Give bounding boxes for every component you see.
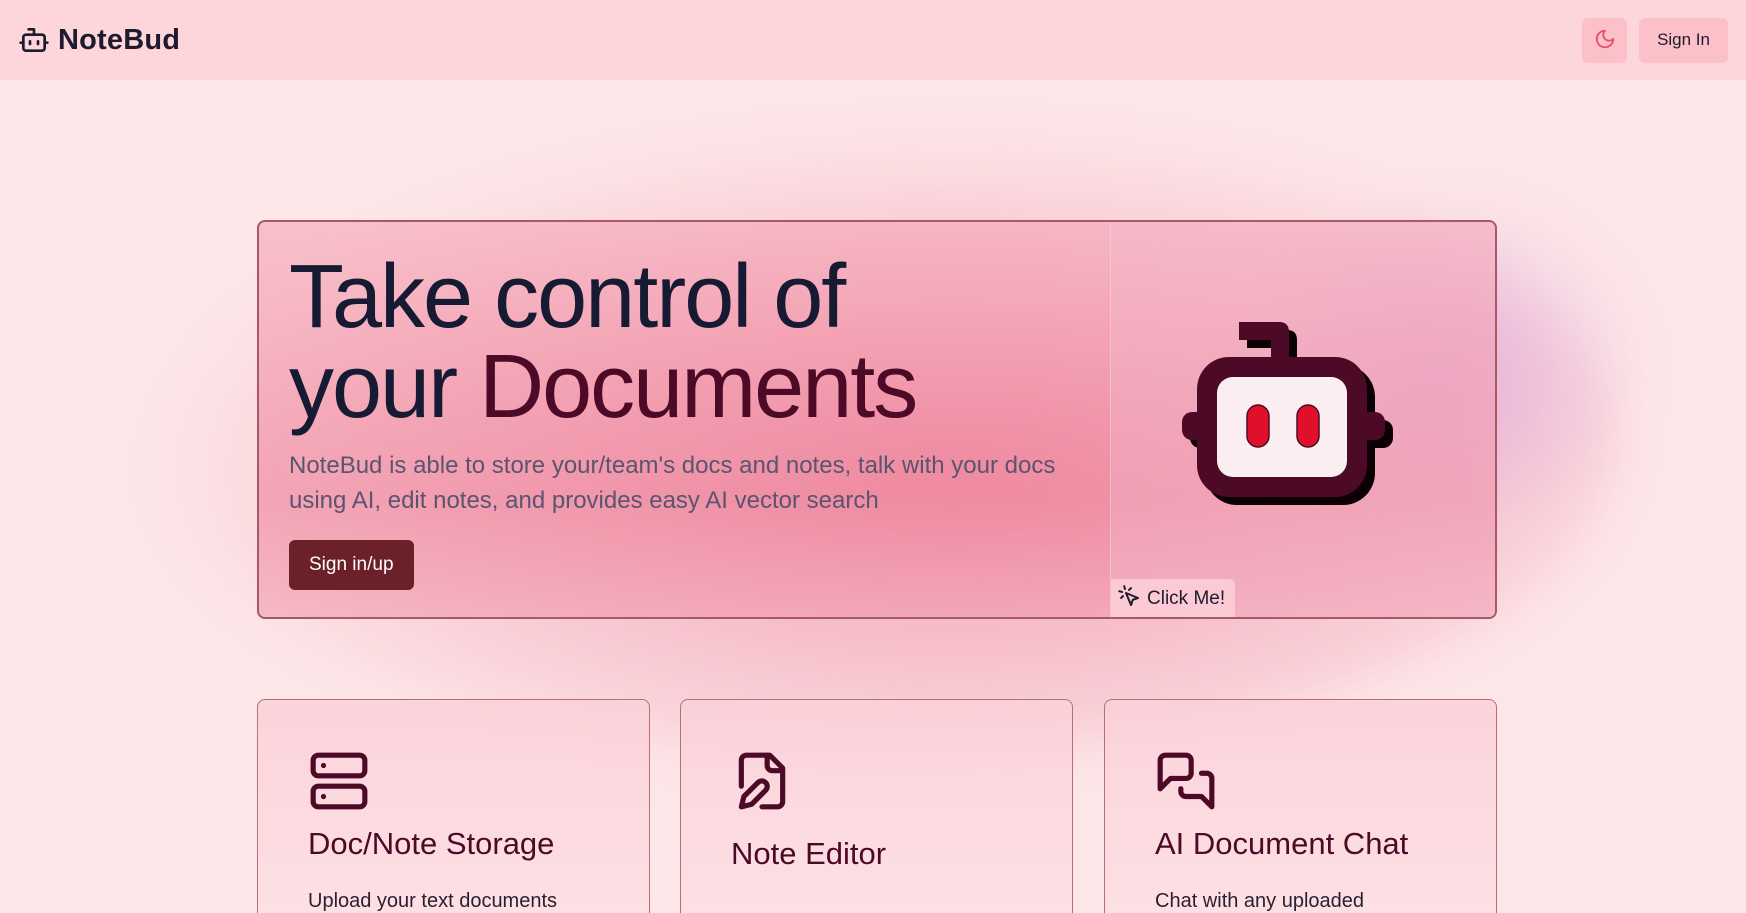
feature-title: Doc/Note Storage bbox=[308, 826, 555, 861]
click-me-button[interactable]: Click Me! bbox=[1111, 579, 1236, 617]
header-actions: Sign In bbox=[1582, 17, 1728, 63]
feature-description: Chat with any uploaded bbox=[1155, 890, 1365, 912]
feature-card-storage: Doc/Note Storage Upload your text docume… bbox=[257, 699, 650, 913]
hero-title: Take control of your Documents bbox=[289, 252, 1069, 432]
server-icon bbox=[308, 750, 599, 812]
theme-toggle-button[interactable] bbox=[1582, 17, 1628, 63]
hero-title-prefix: your bbox=[289, 337, 458, 437]
moon-icon bbox=[1594, 28, 1616, 53]
messages-icon bbox=[1155, 750, 1446, 812]
robot-panel: Click Me! bbox=[1110, 222, 1495, 617]
feature-card-chat: AI Document Chat Chat with any uploaded bbox=[1104, 699, 1497, 913]
bot-icon bbox=[18, 24, 50, 56]
file-pen-icon bbox=[731, 750, 1022, 812]
feature-title: Note Editor bbox=[731, 836, 887, 871]
hero-panel: Take control of your Documents NoteBud i… bbox=[257, 220, 1497, 619]
feature-title: AI Document Chat bbox=[1155, 826, 1409, 861]
sign-in-button[interactable]: Sign In bbox=[1639, 17, 1728, 63]
feature-description: Upload your text documents bbox=[308, 890, 558, 912]
hero-title-accent: Documents bbox=[479, 337, 918, 437]
top-navbar: NoteBud Sign In bbox=[0, 0, 1746, 80]
click-me-label: Click Me! bbox=[1147, 588, 1226, 609]
sign-in-up-button[interactable]: Sign in/up bbox=[289, 540, 414, 590]
cursor-click-icon bbox=[1117, 584, 1141, 614]
brand[interactable]: NoteBud bbox=[18, 24, 180, 57]
hero-content: Take control of your Documents NoteBud i… bbox=[289, 252, 1069, 590]
feature-card-editor: Note Editor bbox=[680, 699, 1073, 913]
hero-description: NoteBud is able to store your/team's doc… bbox=[289, 452, 1056, 514]
robot-mascot-icon[interactable] bbox=[1177, 317, 1407, 522]
brand-name: NoteBud bbox=[58, 23, 181, 56]
hero-title-line1: Take control of bbox=[289, 247, 846, 347]
